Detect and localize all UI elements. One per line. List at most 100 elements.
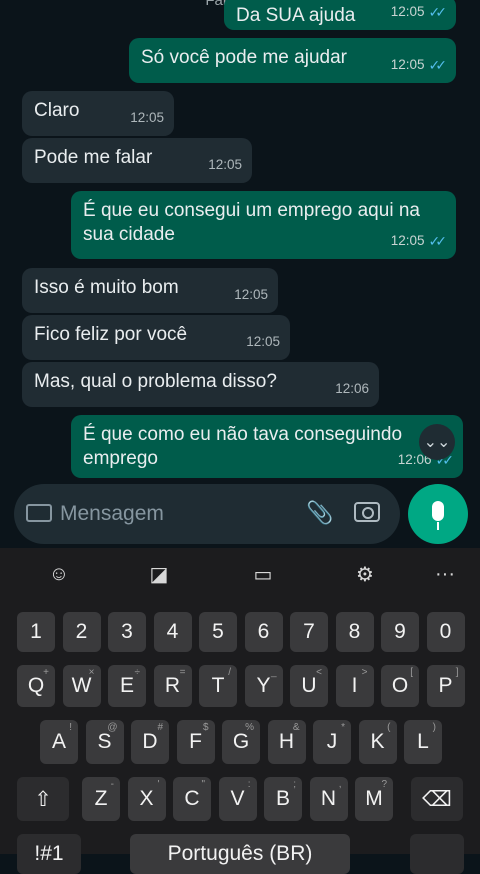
key-c[interactable]: C ": [173, 777, 211, 821]
key-r[interactable]: R =: [153, 665, 192, 707]
key-1[interactable]: 1: [17, 612, 55, 652]
key-o[interactable]: O[: [381, 665, 419, 707]
key-q[interactable]: Q +: [17, 665, 55, 707]
clipboard-icon[interactable]: ▭: [244, 558, 282, 590]
key-4[interactable]: 4: [153, 612, 192, 652]
attach-icon[interactable]: 📎: [306, 500, 333, 526]
message-bubble[interactable]: Mas, qual o problema disso? 12:06: [22, 362, 379, 407]
key-label: U: [301, 674, 317, 697]
key-label: X: [139, 787, 154, 810]
key-0[interactable]: 0: [426, 612, 465, 652]
chat-area: Fake Chat Da SUA ajuda 12:05✓✓ Só você p…: [0, 0, 480, 548]
key-5[interactable]: 5: [199, 612, 237, 652]
key-label: I: [351, 674, 358, 697]
message-text: Da SUA ajuda: [236, 5, 356, 26]
enter-key[interactable]: [410, 834, 464, 874]
key-m[interactable]: M?: [355, 777, 393, 821]
key-7[interactable]: 7: [290, 612, 328, 652]
key-2[interactable]: 2: [62, 612, 101, 652]
key-p[interactable]: P]: [426, 665, 465, 707]
key-a[interactable]: A!: [40, 720, 78, 764]
key-g[interactable]: G%: [222, 720, 260, 764]
key-hint: &: [292, 722, 300, 733]
key-j[interactable]: J *: [313, 720, 351, 764]
key-w[interactable]: W ×: [62, 665, 101, 707]
double-check-icon: ✓✓: [428, 4, 448, 20]
backspace-key[interactable]: ⌫: [411, 777, 463, 821]
message-time: 12:05: [246, 334, 280, 349]
key-z[interactable]: Z-: [82, 777, 120, 821]
key-label: 3: [121, 620, 133, 643]
key-label: H: [278, 730, 295, 753]
key-y[interactable]: Y _: [244, 665, 283, 707]
shift-key[interactable]: ⇧: [17, 777, 69, 821]
key-f[interactable]: F $: [176, 720, 215, 764]
key-hint: (: [387, 722, 391, 733]
key-hint: %: [245, 722, 254, 733]
sticker-icon[interactable]: ◪: [140, 558, 178, 590]
key-label: 4: [166, 620, 179, 643]
symbols-key[interactable]: !#1: [17, 834, 81, 874]
key-label: Y: [256, 674, 271, 697]
message-input[interactable]: Mensagem: [60, 502, 164, 526]
scroll-to-bottom-button[interactable]: ⌄⌄: [419, 424, 455, 460]
key-hint: >: [361, 667, 368, 678]
message-meta: 12:05 ✓✓: [391, 53, 447, 77]
key-label: O: [391, 674, 409, 697]
key-l[interactable]: L): [404, 720, 442, 764]
microphone-button[interactable]: [408, 484, 468, 544]
key-hint: ,: [338, 779, 342, 790]
microphone-icon: [432, 501, 444, 521]
key-e[interactable]: E ÷: [108, 665, 146, 707]
key-label: 9: [394, 620, 406, 643]
key-label: M: [365, 787, 383, 810]
space-key[interactable]: Português (BR): [130, 834, 350, 874]
message-time: 12:05: [130, 110, 164, 125]
message-bubble[interactable]: Pode me falar 12:05: [22, 138, 252, 183]
key-label: Português (BR): [167, 842, 313, 865]
key-label: ⇧: [34, 787, 52, 811]
key-h[interactable]: H &: [267, 720, 306, 764]
key-hint: =: [179, 667, 186, 678]
key-x[interactable]: X ': [127, 777, 166, 821]
key-label: 6: [257, 620, 270, 643]
key-d[interactable]: D #: [131, 720, 169, 764]
message-text: Pode me falar: [34, 147, 153, 168]
key-3[interactable]: 3: [108, 612, 146, 652]
message-input-bar[interactable]: Mensagem 📎: [14, 484, 400, 544]
key-label: 2: [75, 620, 88, 643]
message-bubble[interactable]: Fico feliz por você 12:05: [22, 315, 290, 360]
message-text: Fico feliz por você: [34, 324, 188, 345]
key-k[interactable]: K(: [358, 720, 397, 764]
key-6[interactable]: 6: [244, 612, 283, 652]
message-bubble[interactable]: Só você pode me ajudar 12:05 ✓✓: [129, 38, 456, 83]
key-hint: ': [157, 779, 160, 790]
key-b[interactable]: B;: [264, 777, 302, 821]
key-u[interactable]: U <: [290, 665, 328, 707]
message-bubble[interactable]: É que eu consegui um emprego aqui na sua…: [71, 191, 456, 259]
key-label: J: [326, 730, 338, 753]
keyboard-icon[interactable]: [26, 504, 52, 522]
key-t[interactable]: T /: [199, 665, 237, 707]
key-hint: +: [43, 667, 49, 678]
message-bubble[interactable]: Da SUA ajuda 12:05 ✓✓: [224, 0, 456, 30]
more-icon[interactable]: ···: [426, 558, 464, 590]
camera-icon[interactable]: [354, 502, 380, 522]
key-9[interactable]: 9: [381, 612, 419, 652]
message-bubble[interactable]: Isso é muito bom 12:05: [22, 268, 278, 313]
key-hint: ): [432, 722, 436, 733]
key-label: K: [370, 730, 385, 753]
message-text: É que como eu não tava conseguindo empre…: [83, 424, 403, 469]
key-s[interactable]: S @: [85, 720, 124, 764]
settings-icon[interactable]: ⚙: [346, 558, 384, 590]
key-label: R: [164, 674, 181, 697]
message-meta: 12:05 ✓✓: [391, 229, 447, 253]
message-bubble[interactable]: Claro 12:05: [22, 91, 174, 136]
key-8[interactable]: 8: [335, 612, 374, 652]
key-n[interactable]: N,: [309, 777, 348, 821]
message-bubble[interactable]: É que como eu não tava conseguindo empre…: [71, 415, 463, 478]
key-i[interactable]: I >: [335, 665, 374, 707]
key-v[interactable]: V:: [218, 777, 257, 821]
emoji-icon[interactable]: ☺: [40, 558, 78, 590]
key-label: S: [97, 730, 112, 753]
